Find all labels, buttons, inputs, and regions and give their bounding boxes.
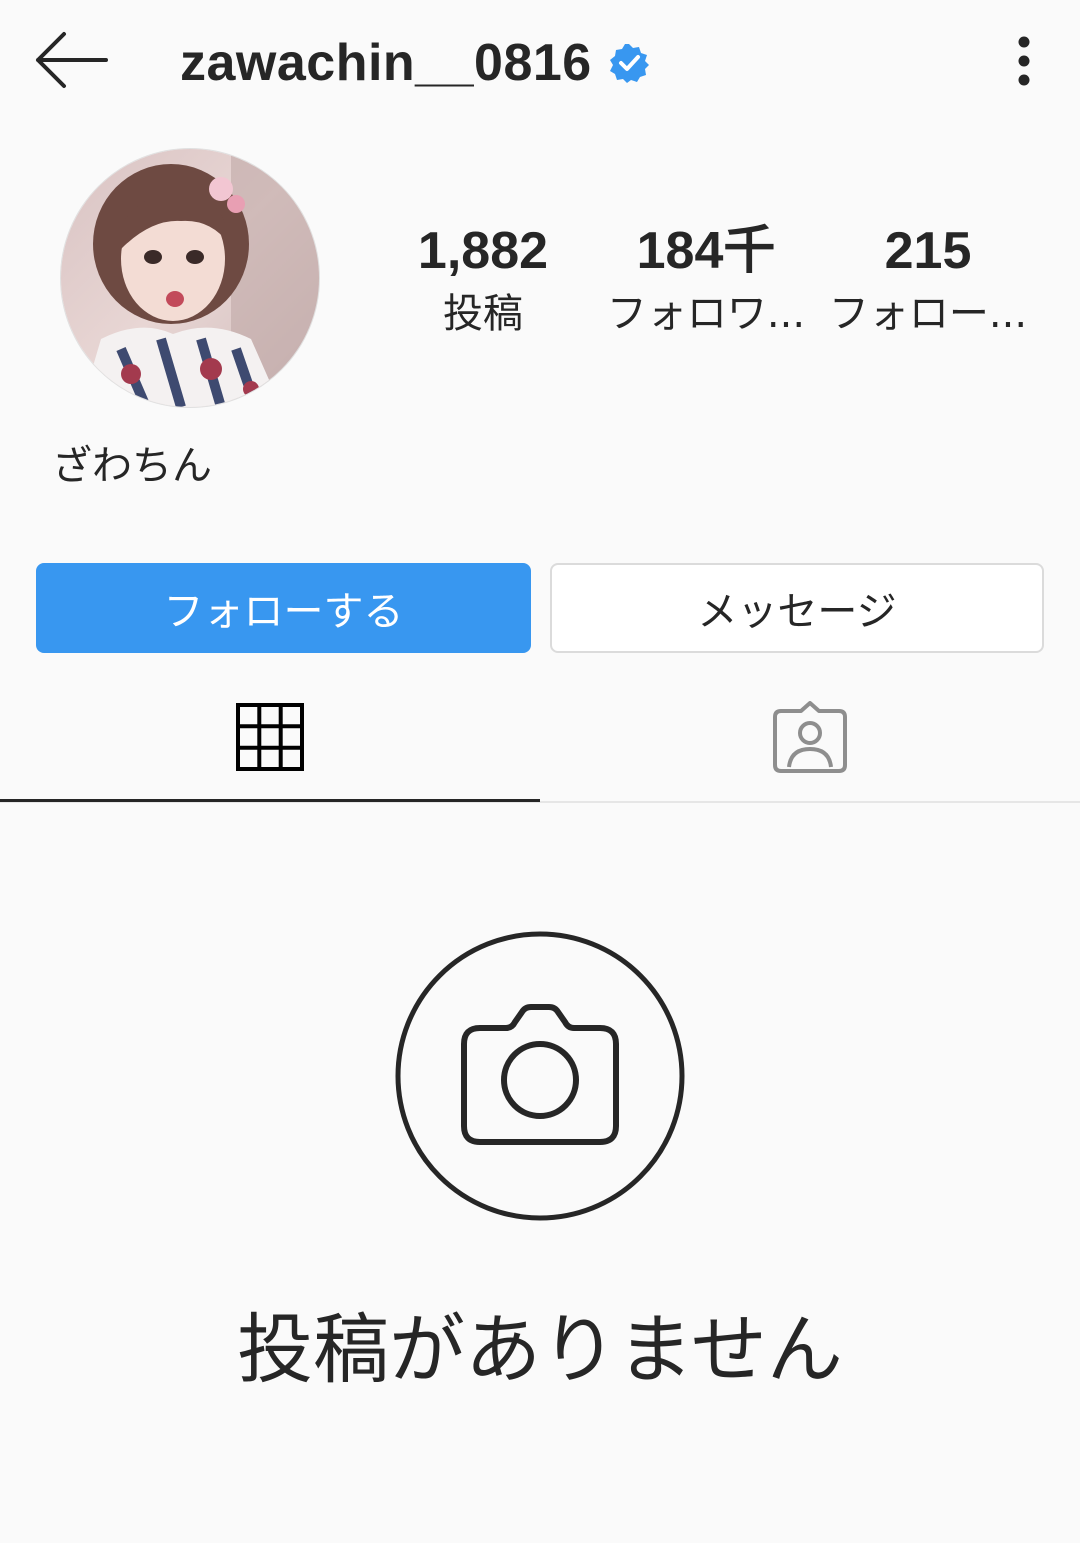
- stat-followers[interactable]: 184千 フォロワ...: [596, 218, 816, 344]
- display-name: ざわちん: [52, 443, 212, 489]
- posts-label: 投稿: [443, 291, 523, 337]
- verified-badge-icon: [609, 44, 649, 83]
- more-vertical-icon: [1018, 36, 1030, 86]
- tab-grid[interactable]: [0, 670, 540, 803]
- follow-button[interactable]: フォローする: [36, 563, 531, 653]
- message-button[interactable]: メッセージ: [550, 563, 1044, 653]
- stat-following[interactable]: 215 フォロー...: [818, 218, 1038, 344]
- following-label: フォロー...: [828, 291, 1028, 337]
- following-count: 215: [884, 222, 972, 280]
- avatar[interactable]: [60, 148, 320, 408]
- username-header: zawachin__0816: [180, 28, 650, 98]
- username: zawachin__0816: [180, 34, 592, 92]
- posts-count: 1,882: [417, 222, 549, 280]
- active-tab-indicator: [0, 799, 540, 802]
- camera-icon: [395, 931, 685, 1221]
- empty-state-text: 投稿がありません: [237, 1305, 843, 1394]
- tab-tagged[interactable]: [540, 670, 1080, 803]
- back-button[interactable]: [28, 24, 118, 96]
- stat-posts[interactable]: 1,882 投稿: [373, 218, 593, 344]
- profile-photo: [61, 149, 319, 407]
- grid-icon: [236, 702, 304, 771]
- profile-tabs: [0, 670, 1080, 803]
- empty-state-camera: [394, 930, 686, 1222]
- back-arrow-icon: [36, 32, 108, 88]
- followers-label: フォロワ...: [606, 291, 806, 337]
- tagged-person-icon: [773, 700, 847, 773]
- top-bar: zawachin__0816: [0, 0, 1080, 124]
- more-options-button[interactable]: [1000, 30, 1048, 94]
- followers-count: 184千: [636, 222, 776, 280]
